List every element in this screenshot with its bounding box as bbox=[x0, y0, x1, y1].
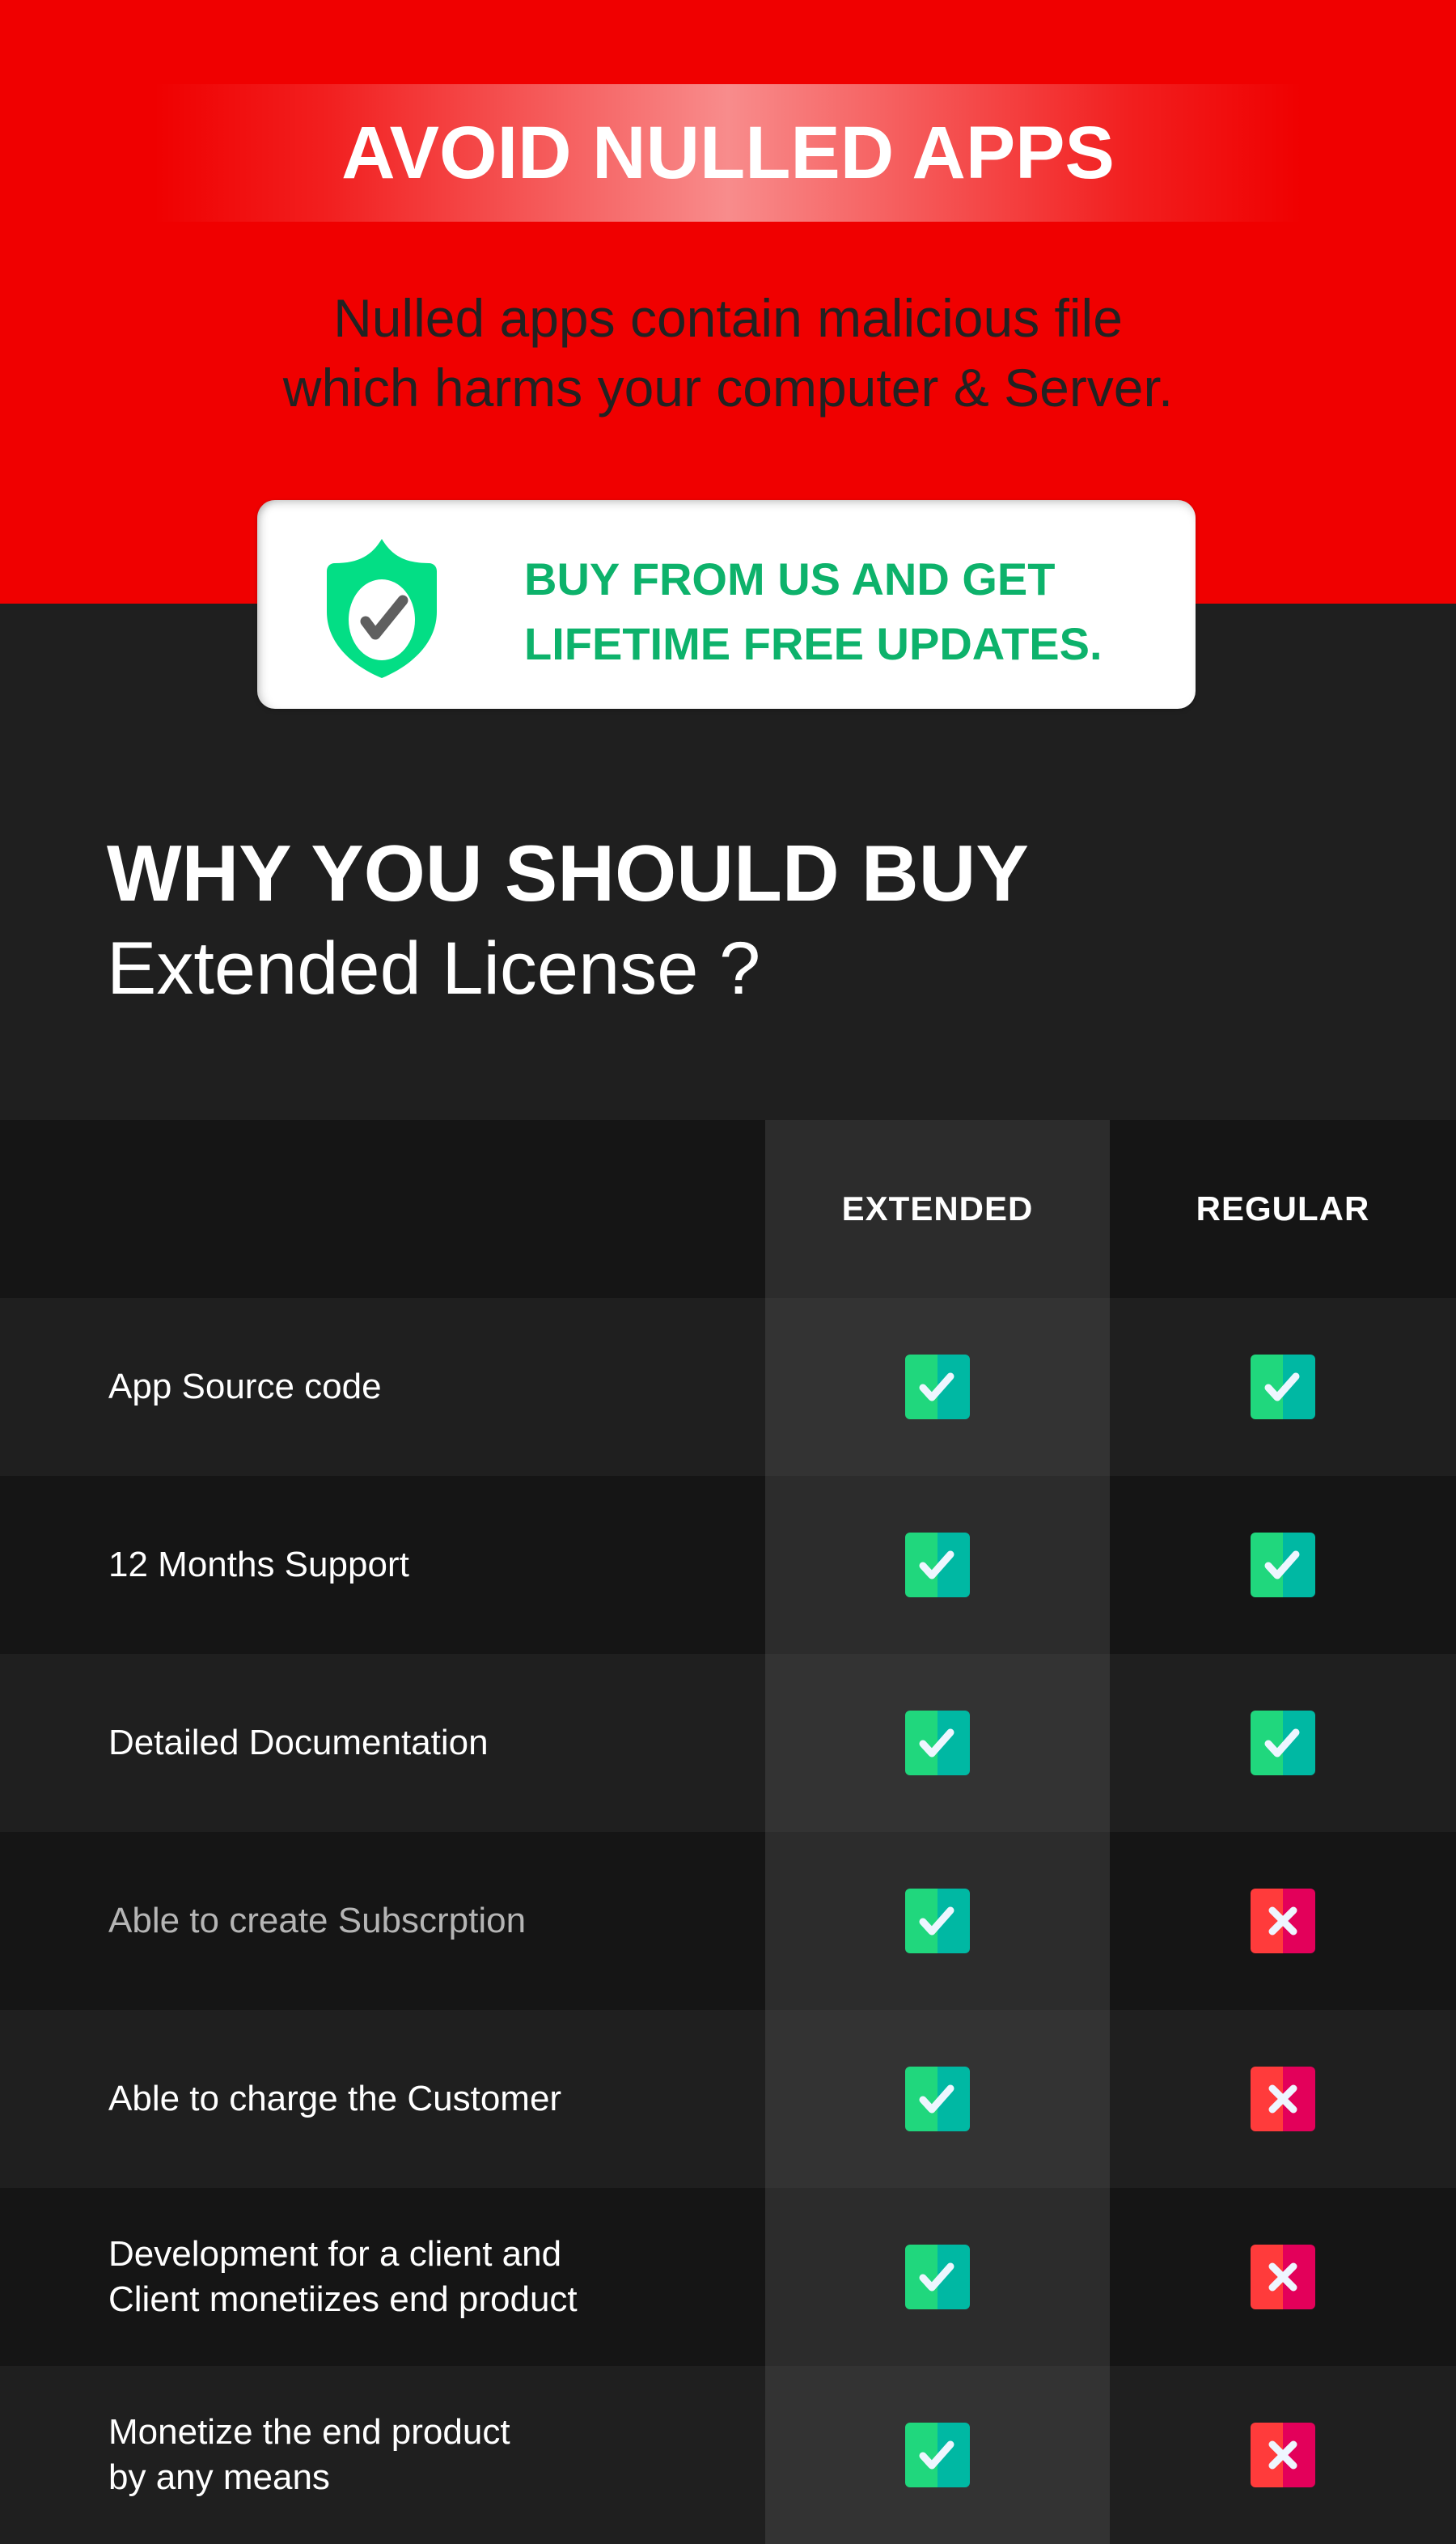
shield-check-icon bbox=[327, 539, 437, 678]
cross-box-icon bbox=[1251, 1889, 1315, 1953]
table-body: App Source code 12 Months Support Detailed… bbox=[0, 1298, 1456, 2544]
warning-banner: AVOID NULLED APPS bbox=[154, 84, 1302, 222]
feature-cell: Able to charge the Customer bbox=[0, 2010, 765, 2188]
why-heading: WHY YOU SHOULD BUY bbox=[107, 829, 1029, 918]
feature-cell: Development for a client and Client monet… bbox=[0, 2188, 765, 2366]
feature-label-line-1: Able to charge the Customer bbox=[108, 2079, 562, 2118]
extended-cell bbox=[765, 2366, 1110, 2544]
header-extended-cell: EXTENDED bbox=[765, 1120, 1110, 1298]
subtitle-line-2: which harms your computer & Server. bbox=[282, 358, 1174, 418]
feature-label-line-1: Able to create Subscrption bbox=[108, 1901, 527, 1940]
feature-cell: App Source code bbox=[0, 1298, 765, 1476]
table-header-row: EXTENDED REGULAR bbox=[0, 1120, 1456, 1298]
table-row: 12 Months Support bbox=[0, 1476, 1456, 1654]
check-box-icon bbox=[905, 1711, 970, 1775]
feature-label: Able to create Subscrption bbox=[108, 1898, 526, 1944]
extended-cell bbox=[765, 1832, 1110, 2010]
table-row: Monetize the end product by any means bbox=[0, 2366, 1456, 2544]
feature-label-line-2: by any means bbox=[108, 2457, 330, 2497]
column-header-extended: EXTENDED bbox=[841, 1189, 1034, 1227]
promo-text: BUY FROM US AND GET LIFETIME FREE UPDATE… bbox=[524, 547, 1103, 676]
check-box-icon bbox=[905, 1355, 970, 1419]
regular-cell bbox=[1110, 2188, 1456, 2366]
extended-cell bbox=[765, 1298, 1110, 1476]
regular-cell bbox=[1110, 1476, 1456, 1654]
feature-cell: Able to create Subscrption bbox=[0, 1832, 765, 2010]
feature-cell: 12 Months Support bbox=[0, 1476, 765, 1654]
check-box-icon bbox=[1251, 1355, 1315, 1419]
check-box-icon bbox=[905, 2423, 970, 2487]
extended-cell bbox=[765, 1476, 1110, 1654]
feature-label: Detailed Documentation bbox=[108, 1720, 489, 1766]
feature-label-line-1: 12 Months Support bbox=[108, 1545, 409, 1584]
extended-cell bbox=[765, 2188, 1110, 2366]
warning-subtitle: Nulled apps contain malicious file which… bbox=[0, 283, 1456, 422]
header-feature-cell bbox=[0, 1120, 765, 1298]
check-box-icon bbox=[905, 1889, 970, 1953]
extended-cell bbox=[765, 1654, 1110, 1832]
promo-line-1: BUY FROM US AND GET bbox=[524, 553, 1056, 604]
feature-label: Monetize the end product by any means bbox=[108, 2410, 510, 2500]
table-row: Able to charge the Customer bbox=[0, 2010, 1456, 2188]
promo-line-2: LIFETIME FREE UPDATES. bbox=[524, 618, 1103, 669]
table-row: Detailed Documentation bbox=[0, 1654, 1456, 1832]
feature-label-line-1: Monetize the end product bbox=[108, 2412, 510, 2452]
feature-label: Able to charge the Customer bbox=[108, 2076, 561, 2122]
comparison-table: EXTENDED REGULAR App Source code 12 Month… bbox=[0, 1120, 1456, 2544]
regular-cell bbox=[1110, 2010, 1456, 2188]
header-regular-cell: REGULAR bbox=[1110, 1120, 1456, 1298]
feature-cell: Detailed Documentation bbox=[0, 1654, 765, 1832]
regular-cell bbox=[1110, 1832, 1456, 2010]
check-box-icon bbox=[905, 1533, 970, 1597]
feature-label: 12 Months Support bbox=[108, 1542, 409, 1588]
cross-box-icon bbox=[1251, 2245, 1315, 2309]
check-box-icon bbox=[905, 2245, 970, 2309]
promo-card: BUY FROM US AND GET LIFETIME FREE UPDATE… bbox=[257, 500, 1196, 709]
column-header-regular: REGULAR bbox=[1196, 1189, 1370, 1227]
feature-label: Development for a client and Client monet… bbox=[108, 2232, 578, 2322]
cross-box-icon bbox=[1251, 2423, 1315, 2487]
feature-label-line-2: Client monetiizes end product bbox=[108, 2279, 578, 2319]
feature-label-line-1: Development for a client and bbox=[108, 2234, 562, 2274]
extended-cell bbox=[765, 2010, 1110, 2188]
check-box-icon bbox=[1251, 1533, 1315, 1597]
feature-label-line-1: Detailed Documentation bbox=[108, 1723, 489, 1762]
subtitle-line-1: Nulled apps contain malicious file bbox=[333, 288, 1123, 348]
why-subheading: Extended License ? bbox=[107, 927, 761, 1010]
cross-box-icon bbox=[1251, 2067, 1315, 2131]
check-box-icon bbox=[905, 2067, 970, 2131]
banner-title: AVOID NULLED APPS bbox=[341, 111, 1115, 194]
table-row: Development for a client and Client monet… bbox=[0, 2188, 1456, 2366]
check-box-icon bbox=[1251, 1711, 1315, 1775]
regular-cell bbox=[1110, 1298, 1456, 1476]
table-row: Able to create Subscrption bbox=[0, 1832, 1456, 2010]
table-row: App Source code bbox=[0, 1298, 1456, 1476]
regular-cell bbox=[1110, 1654, 1456, 1832]
feature-cell: Monetize the end product by any means bbox=[0, 2366, 765, 2544]
feature-label: App Source code bbox=[108, 1364, 382, 1410]
regular-cell bbox=[1110, 2366, 1456, 2544]
feature-label-line-1: App Source code bbox=[108, 1367, 382, 1406]
